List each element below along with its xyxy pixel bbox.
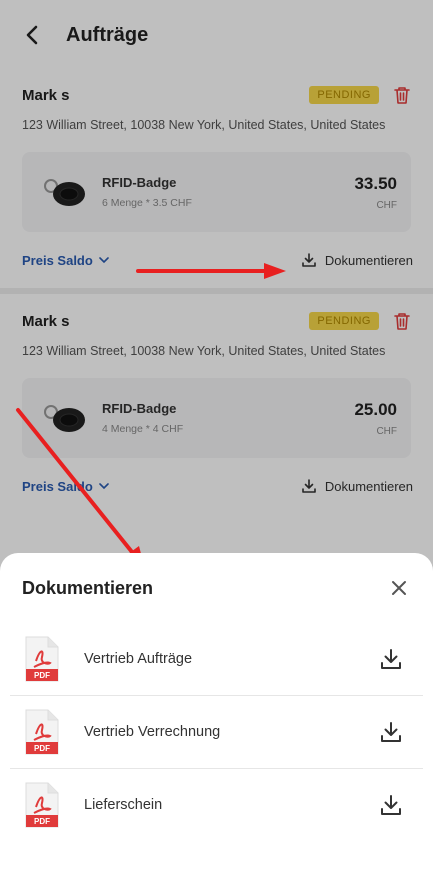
svg-text:PDF: PDF: [34, 817, 50, 826]
pdf-icon: PDF: [25, 782, 59, 828]
document-label: Lieferschein: [84, 797, 163, 813]
download-icon[interactable]: [379, 720, 403, 744]
document-label: Vertrieb Aufträge: [84, 651, 193, 667]
download-icon[interactable]: [379, 647, 403, 671]
pdf-icon: PDF: [25, 709, 59, 755]
documents-sheet: Dokumentieren PDF Vertrieb Aufträge PDF …: [0, 553, 433, 889]
sheet-title: Dokumentieren: [22, 577, 154, 598]
document-row[interactable]: PDF Vertrieb Verrechnung: [10, 696, 423, 769]
svg-text:PDF: PDF: [34, 744, 50, 753]
svg-text:PDF: PDF: [34, 671, 50, 680]
download-icon[interactable]: [379, 793, 403, 817]
document-label: Vertrieb Verrechnung: [84, 724, 221, 740]
close-icon[interactable]: [387, 576, 411, 600]
document-row[interactable]: PDF Vertrieb Aufträge: [10, 623, 423, 696]
document-row[interactable]: PDF Lieferschein: [10, 769, 423, 841]
pdf-icon: PDF: [25, 636, 59, 682]
